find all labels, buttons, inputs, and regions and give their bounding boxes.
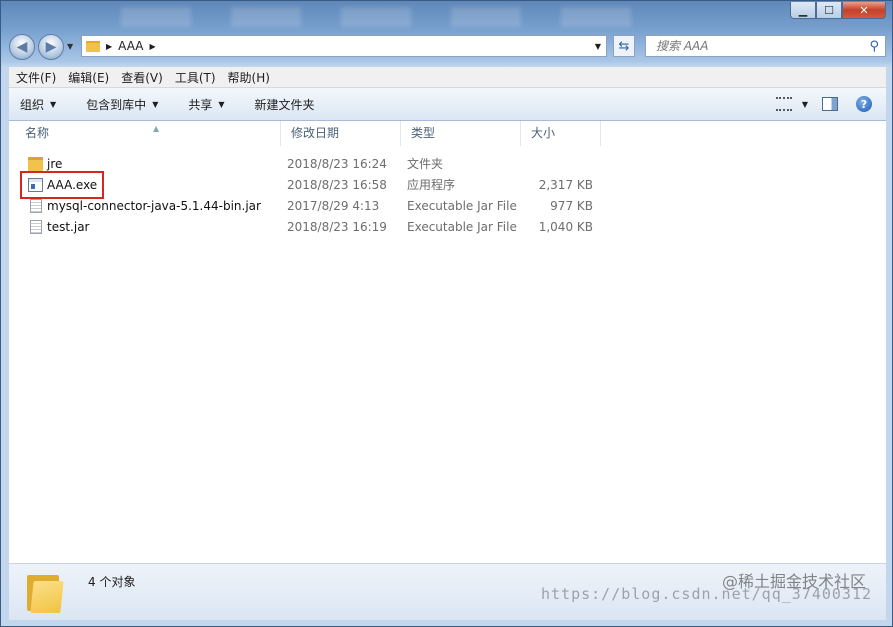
- command-bar: 组织 ▼ 包含到库中 ▼ 共享 ▼ 新建文件夹 ▼ ?: [9, 88, 886, 121]
- view-options-icon[interactable]: [775, 97, 792, 111]
- organize-button[interactable]: 组织 ▼: [11, 96, 65, 113]
- chevron-down-icon[interactable]: ▼: [802, 100, 808, 109]
- new-folder-label: 新建文件夹: [254, 97, 315, 112]
- explorer-window: ▁ ☐ ✕ ◀ ▶ ▼ ▶ AAA ▶ ▼ ⇆ ⚲ 文件(F) 编辑(E) 查看…: [0, 0, 893, 627]
- column-header-type-label: 类型: [411, 126, 436, 140]
- share-button[interactable]: 共享 ▼: [179, 96, 233, 113]
- breadcrumb-chevron-icon[interactable]: ▶: [149, 42, 155, 51]
- column-header-row: 名称 ▲ 修改日期 类型 大小: [9, 121, 886, 146]
- search-box[interactable]: ⚲: [645, 35, 886, 57]
- chevron-down-icon: ▼: [218, 99, 225, 109]
- address-bar[interactable]: ▶ AAA ▶ ▼: [81, 35, 607, 57]
- menu-help[interactable]: 帮助(H): [223, 69, 275, 86]
- column-header-type[interactable]: 类型: [401, 121, 521, 146]
- recent-pages-dropdown[interactable]: ▼: [67, 42, 73, 51]
- maximize-button[interactable]: ☐: [816, 2, 842, 19]
- back-button[interactable]: ◀: [9, 34, 35, 60]
- file-name: test.jar: [47, 220, 90, 234]
- file-size: 1,040 KB: [538, 220, 593, 234]
- file-size: 2,317 KB: [538, 178, 593, 192]
- sort-arrow-icon: ▲: [153, 124, 160, 133]
- column-header-size[interactable]: 大小: [521, 121, 601, 146]
- file-type: 应用程序: [407, 178, 456, 192]
- file-date: 2018/8/23 16:19: [287, 220, 387, 234]
- file-type: Executable Jar File: [407, 220, 517, 234]
- preview-pane-icon[interactable]: [822, 97, 838, 111]
- refresh-icon: ⇆: [618, 38, 630, 54]
- column-header-size-label: 大小: [531, 126, 556, 140]
- file-date: 2018/8/23 16:24: [287, 157, 387, 171]
- title-bar-background: [121, 7, 641, 27]
- refresh-button[interactable]: ⇆: [613, 35, 635, 57]
- address-dropdown-icon[interactable]: ▼: [595, 42, 601, 51]
- new-folder-button[interactable]: 新建文件夹: [246, 96, 324, 113]
- column-header-name-label: 名称: [25, 126, 50, 140]
- jar-icon: [30, 220, 42, 234]
- watermark-url: https://blog.csdn.net/qq_37400312: [540, 585, 872, 603]
- breadcrumb-item-aaa[interactable]: AAA: [118, 39, 143, 53]
- file-list: 名称 ▲ 修改日期 类型 大小 jre 2018/8/23 16:24 文件夹 A…: [9, 121, 886, 564]
- folder-front-shape: [30, 581, 64, 613]
- file-size: 977 KB: [550, 199, 593, 213]
- navigation-row: ◀ ▶ ▼ ▶ AAA ▶ ▼ ⇆ ⚲: [9, 34, 886, 60]
- include-library-label: 包含到库中: [86, 97, 147, 112]
- column-header-date-label: 修改日期: [291, 126, 340, 140]
- folder-icon: [28, 157, 43, 171]
- column-header-name[interactable]: 名称 ▲: [15, 121, 281, 146]
- menu-view[interactable]: 查看(V): [116, 69, 168, 86]
- command-bar-right: ▼ ?: [775, 88, 886, 120]
- menu-file[interactable]: 文件(F): [11, 69, 61, 86]
- search-input[interactable]: [654, 38, 858, 54]
- folder-icon: [86, 40, 100, 52]
- caption-buttons: ▁ ☐ ✕: [790, 2, 886, 19]
- minimize-button[interactable]: ▁: [790, 2, 816, 19]
- chevron-down-icon: ▼: [152, 99, 159, 109]
- file-type: Executable Jar File: [407, 199, 517, 213]
- file-type: 文件夹: [407, 157, 444, 171]
- organize-label: 组织: [20, 97, 45, 112]
- details-pane: 4 个对象 @稀土掘金技术社区 https://blog.csdn.net/qq…: [9, 564, 886, 620]
- close-button[interactable]: ✕: [842, 2, 886, 19]
- jar-icon: [30, 199, 42, 213]
- search-icon[interactable]: ⚲: [869, 39, 879, 54]
- table-row[interactable]: mysql-connector-java-5.1.44-bin.jar 2017…: [9, 196, 609, 217]
- file-date: 2017/8/29 4:13: [287, 199, 380, 213]
- include-library-button[interactable]: 包含到库中 ▼: [77, 96, 167, 113]
- item-count: 4 个对象: [88, 575, 136, 589]
- chevron-down-icon: ▼: [50, 99, 57, 109]
- column-header-date[interactable]: 修改日期: [281, 121, 401, 146]
- file-date: 2018/8/23 16:58: [287, 178, 387, 192]
- menu-edit[interactable]: 编辑(E): [63, 69, 114, 86]
- help-icon[interactable]: ?: [856, 96, 872, 112]
- table-row[interactable]: test.jar 2018/8/23 16:19 Executable Jar …: [9, 217, 609, 238]
- highlight-box: [20, 171, 104, 199]
- menu-bar: 文件(F) 编辑(E) 查看(V) 工具(T) 帮助(H): [9, 67, 886, 88]
- forward-button[interactable]: ▶: [38, 34, 64, 60]
- arrow-left-icon: ◀: [16, 39, 28, 55]
- folder-icon: [27, 571, 65, 613]
- breadcrumb-chevron-icon[interactable]: ▶: [106, 42, 112, 51]
- arrow-right-icon: ▶: [45, 39, 57, 55]
- share-label: 共享: [188, 97, 213, 112]
- menu-tools[interactable]: 工具(T): [170, 69, 221, 86]
- file-name: mysql-connector-java-5.1.44-bin.jar: [47, 199, 261, 213]
- file-size: [521, 154, 593, 175]
